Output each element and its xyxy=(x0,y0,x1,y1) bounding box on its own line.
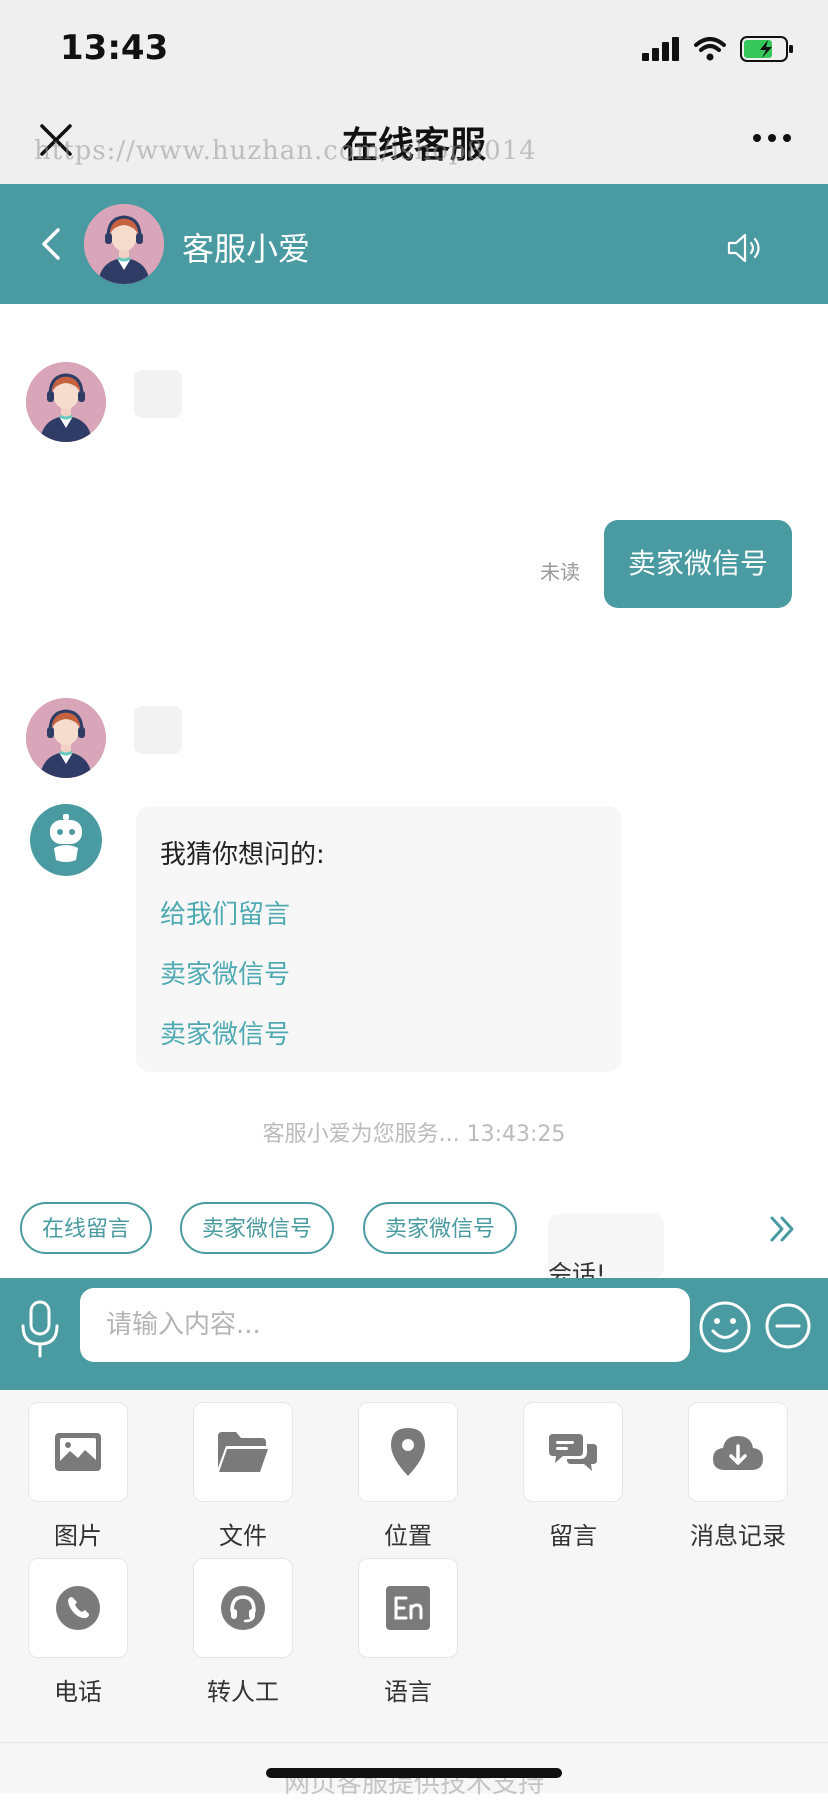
double-chevron-right-icon[interactable] xyxy=(768,1214,798,1244)
quick-reply-seller-wechat[interactable]: 卖家微信号 xyxy=(180,1202,335,1254)
watermark: https://www.huzhan.com/ishop8014 xyxy=(34,136,537,166)
status-bar: 13:43 xyxy=(0,0,828,100)
tool-message-history-box[interactable] xyxy=(688,1402,788,1502)
collapse-panel-icon[interactable] xyxy=(764,1302,812,1350)
tool-label: 消息记录 xyxy=(690,1522,786,1550)
tool-label: 电话 xyxy=(54,1678,102,1706)
tool-label: 留言 xyxy=(549,1522,597,1550)
signal-icon xyxy=(642,37,679,61)
speaker-icon[interactable] xyxy=(726,232,766,264)
blurred-message-bubble xyxy=(134,370,182,418)
tool-language[interactable]: 语言 xyxy=(358,1558,458,1707)
suggestion-link-seller-wechat[interactable]: 卖家微信号 xyxy=(160,1014,290,1051)
message-input[interactable] xyxy=(80,1288,690,1362)
phone-icon xyxy=(56,1586,100,1630)
status-time: 13:43 xyxy=(60,28,169,68)
more-options-icon[interactable] xyxy=(752,128,792,148)
location-pin-icon xyxy=(391,1428,425,1476)
status-icons xyxy=(642,34,794,64)
folder-icon xyxy=(218,1432,268,1472)
back-icon[interactable] xyxy=(38,226,64,262)
emoji-icon[interactable] xyxy=(698,1300,752,1354)
image-icon xyxy=(55,1433,101,1471)
tool-leave-message[interactable]: 留言 xyxy=(523,1402,623,1551)
agent-avatar-icon xyxy=(26,698,106,778)
tool-transfer-human-box[interactable] xyxy=(193,1558,293,1658)
tool-phone-box[interactable] xyxy=(28,1558,128,1658)
wifi-icon xyxy=(694,37,726,61)
quick-reply-leave-message[interactable]: 在线留言 xyxy=(20,1202,153,1254)
tool-label: 文件 xyxy=(219,1522,267,1550)
robot-avatar xyxy=(30,804,102,876)
microphone-icon[interactable] xyxy=(18,1298,62,1362)
tool-label: 图片 xyxy=(54,1522,102,1550)
user-message-bubble[interactable]: 卖家微信号 xyxy=(604,520,792,608)
suggestion-card: 我猜你想问的: 给我们留言 卖家微信号 卖家微信号 xyxy=(136,806,622,1072)
tool-message-history[interactable]: 消息记录 xyxy=(688,1402,788,1551)
service-note: 客服小爱为您服务... 13:43:25 xyxy=(262,1122,566,1147)
quick-reply-seller-wechat[interactable]: 卖家微信号 xyxy=(363,1202,518,1254)
agent-avatar-icon xyxy=(26,362,106,442)
chat-header: 客服小爱 xyxy=(0,184,828,304)
partial-message-bubble: 会话! xyxy=(548,1214,664,1278)
unread-label: 未读 xyxy=(540,560,580,584)
tool-image[interactable]: 图片 xyxy=(28,1402,128,1551)
tool-language-box[interactable] xyxy=(358,1558,458,1658)
tool-phone[interactable]: 电话 xyxy=(28,1558,128,1707)
suggestion-title: 我猜你想问的: xyxy=(160,840,325,870)
tool-label: 语言 xyxy=(384,1678,432,1706)
agent-avatar xyxy=(26,362,106,442)
robot-icon xyxy=(50,814,82,862)
chat-bubbles-icon xyxy=(549,1434,597,1471)
tool-location-box[interactable] xyxy=(358,1402,458,1502)
blurred-message-bubble xyxy=(134,706,182,754)
input-bar xyxy=(0,1278,828,1390)
battery-icon xyxy=(740,36,793,62)
home-indicator[interactable] xyxy=(266,1768,562,1778)
language-icon xyxy=(386,1586,430,1630)
agent-avatar xyxy=(26,698,106,778)
partial-message-text: 会话! xyxy=(548,1260,606,1278)
tool-file-box[interactable] xyxy=(193,1402,293,1502)
suggestion-link-seller-wechat[interactable]: 卖家微信号 xyxy=(160,954,290,991)
tool-leave-message-box[interactable] xyxy=(523,1402,623,1502)
agent-avatar xyxy=(84,204,164,284)
cloud-download-icon xyxy=(713,1436,763,1470)
tool-image-box[interactable] xyxy=(28,1402,128,1502)
tool-file[interactable]: 文件 xyxy=(193,1402,293,1551)
tool-location[interactable]: 位置 xyxy=(358,1402,458,1551)
tool-transfer-human[interactable]: 转人工 xyxy=(193,1558,293,1707)
headset-icon xyxy=(221,1586,265,1630)
tool-label: 位置 xyxy=(384,1522,432,1550)
agent-name: 客服小爱 xyxy=(182,230,311,268)
suggestion-link-leave-message[interactable]: 给我们留言 xyxy=(160,894,290,931)
tool-label: 转人工 xyxy=(207,1678,279,1706)
tools-panel: 图片 文件 位置 留言 消息记录 电话 转人工 语言 xyxy=(0,1390,828,1742)
agent-avatar-icon xyxy=(84,204,164,284)
